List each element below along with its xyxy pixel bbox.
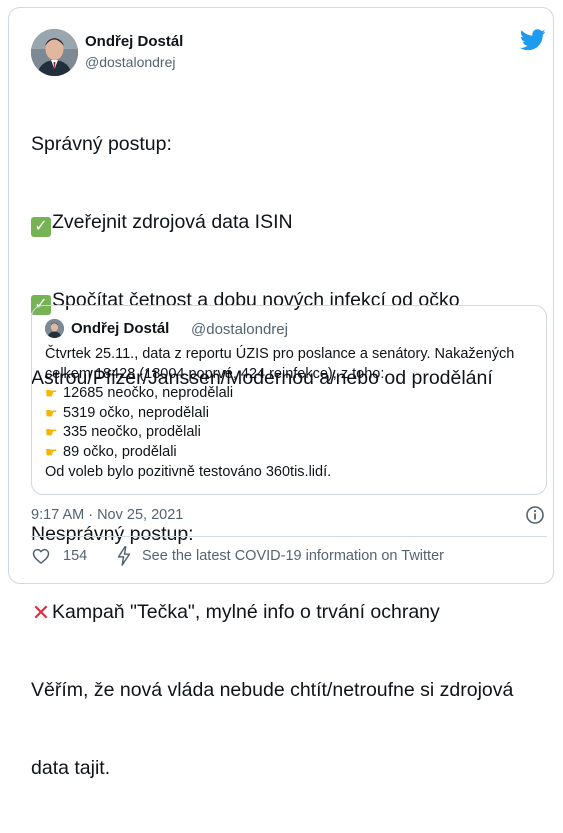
quote-line: ☛ 335 neočko, prodělali: [45, 423, 540, 443]
quote-line-text: Čtvrtek 25.11., data z reportu ÚZIS pro …: [45, 346, 515, 362]
info-icon[interactable]: [525, 505, 545, 525]
quoted-author-avatar[interactable]: [45, 319, 64, 338]
quoted-author-handle[interactable]: @dostalondrej: [191, 321, 288, 338]
like-count[interactable]: 154: [63, 548, 87, 564]
quoted-tweet[interactable]: Ondřej Dostál @dostalondrej Čtvrtek 25.1…: [31, 305, 547, 495]
quote-line-text: 12685 neočko, neprodělali: [63, 385, 234, 402]
quote-line-text: celkem 18428 (18004 poprvé, 424 reinfekc…: [45, 365, 385, 382]
quote-line-text: 5319 očko, neprodělali: [63, 404, 209, 421]
author-handle[interactable]: @dostalondrej: [85, 54, 176, 70]
pointing-hand-icon: ☛: [45, 424, 58, 441]
author-name[interactable]: Ondřej Dostál: [85, 33, 183, 50]
pointing-hand-icon: ☛: [45, 385, 58, 402]
tweet-line: Věřím, že nová vláda nebude chtít/netrou…: [31, 677, 551, 703]
tweet-line: ✓ Zveřejnit zdrojová data ISIN: [31, 209, 551, 237]
quote-line-text: 335 neočko, prodělali: [63, 424, 201, 441]
divider: [31, 536, 547, 537]
quote-line-text: 89 očko, prodělali: [63, 443, 177, 460]
tweet-line-text: Věřím, že nová vláda nebude chtít/netrou…: [31, 679, 514, 701]
tweet-line: Nesprávný postup:: [31, 521, 551, 547]
quote-line: celkem 18428 (18004 poprvé, 424 reinfekc…: [45, 365, 540, 385]
tweet-line-text: Zveřejnit zdrojová data ISIN: [52, 211, 293, 233]
quoted-tweet-body: Čtvrtek 25.11., data z reportu ÚZIS pro …: [45, 345, 540, 482]
bolt-icon: [117, 546, 131, 566]
tweet-timestamp[interactable]: 9:17 AM · Nov 25, 2021: [31, 507, 183, 523]
quote-line: ☛ 12685 neočko, neprodělali: [45, 384, 540, 404]
tweet-line: ✕Kampaň "Tečka", mylné info o trvání och…: [31, 599, 551, 625]
quote-line-text: Od voleb bylo pozitivně testováno 360tis…: [45, 463, 332, 480]
quote-line: Čtvrtek 25.11., data z reportu ÚZIS pro …: [45, 345, 540, 365]
tweet-line-text: Nesprávný postup:: [31, 523, 194, 545]
quoted-author-name[interactable]: Ondřej Dostál: [71, 320, 169, 337]
cross-mark-icon: ✕: [31, 600, 51, 625]
covid-info-link[interactable]: See the latest COVID-19 information on T…: [142, 548, 444, 564]
avatar-portrait: [45, 319, 64, 338]
twitter-bird-icon[interactable]: [520, 29, 546, 51]
tweet-line-text: Správný postup:: [31, 133, 172, 155]
tweet-line: Správný postup:: [31, 131, 551, 157]
heart-icon[interactable]: [31, 546, 51, 566]
tweet-card: Ondřej Dostál @dostalondrej Správný post…: [8, 7, 554, 779]
avatar-portrait: [31, 29, 78, 76]
quote-line: ☛ 5319 očko, neprodělali: [45, 404, 540, 424]
tweet-line-text: data tajit.: [31, 757, 111, 779]
tweet-line: data tajit.: [31, 755, 551, 781]
pointing-hand-icon: ☛: [45, 443, 58, 460]
pointing-hand-icon: ☛: [45, 404, 58, 421]
author-avatar[interactable]: [31, 29, 78, 76]
tweet-line-text: Kampaň "Tečka", mylné info o trvání ochr…: [52, 601, 440, 623]
quote-line: ☛ 89 očko, prodělali: [45, 443, 540, 463]
check-mark-icon: ✓: [31, 217, 51, 237]
quote-line: Od voleb bylo pozitivně testováno 360tis…: [45, 463, 540, 483]
